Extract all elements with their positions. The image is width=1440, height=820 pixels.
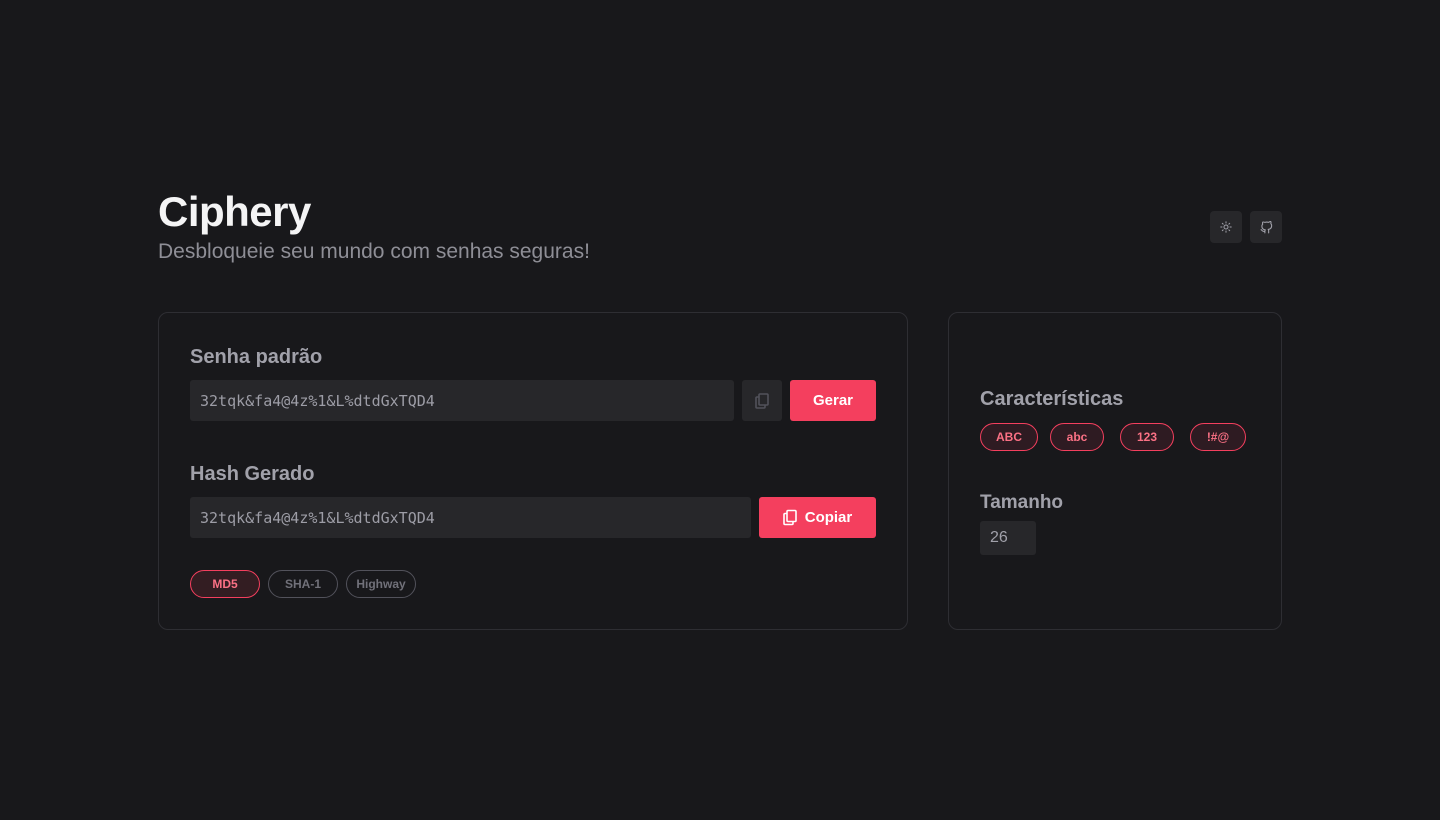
- size-input[interactable]: [990, 529, 1026, 547]
- hash-algorithm-group: MD5 SHA-1 Highway: [190, 570, 416, 598]
- hash-label: Hash Gerado: [190, 463, 315, 485]
- header-actions: [1210, 211, 1282, 243]
- hash-input[interactable]: [200, 508, 741, 527]
- app-title: Ciphery: [158, 188, 311, 235]
- algorithm-chip-sha1[interactable]: SHA-1: [268, 570, 338, 598]
- feature-chip-symbols[interactable]: !#@: [1190, 423, 1246, 451]
- copy-hash-label: Copiar: [804, 509, 853, 526]
- size-field[interactable]: [980, 521, 1036, 555]
- size-label: Tamanho: [980, 492, 1064, 513]
- feature-chip-lowercase[interactable]: abc: [1050, 423, 1104, 451]
- algorithm-chip-md5[interactable]: MD5: [190, 570, 260, 598]
- password-field[interactable]: [190, 380, 734, 421]
- copy-icon: [782, 509, 797, 526]
- copy-hash-button[interactable]: Copiar: [759, 497, 876, 538]
- feature-chip-uppercase[interactable]: ABC: [980, 423, 1038, 451]
- app-header: Ciphery Desbloqueie seu mundo com senhas…: [158, 188, 1282, 268]
- feature-chip-numbers[interactable]: 123: [1120, 423, 1174, 451]
- github-link-button[interactable]: [1250, 211, 1282, 243]
- generator-card: Senha padrão Gerar Hash Gerado Copiar MD…: [158, 312, 908, 630]
- copy-password-button[interactable]: [742, 380, 782, 421]
- sun-icon: [1220, 221, 1232, 233]
- settings-card: Características ABC abc 123 !#@ Tamanho: [948, 312, 1282, 630]
- algorithm-chip-highway[interactable]: Highway: [346, 570, 416, 598]
- password-label: Senha padrão: [190, 346, 323, 368]
- github-icon: [1260, 220, 1272, 233]
- copy-icon: [755, 392, 769, 409]
- app-subtitle: Desbloqueie seu mundo com senhas seguras…: [158, 240, 590, 263]
- theme-toggle-button[interactable]: [1210, 211, 1242, 243]
- generate-button[interactable]: Gerar: [790, 380, 876, 421]
- app-page: Ciphery Desbloqueie seu mundo com senhas…: [0, 0, 1440, 820]
- features-group: ABC abc 123 !#@: [980, 423, 1246, 451]
- features-label: Características: [980, 388, 1124, 410]
- hash-field[interactable]: [190, 497, 751, 538]
- password-input[interactable]: [200, 391, 724, 410]
